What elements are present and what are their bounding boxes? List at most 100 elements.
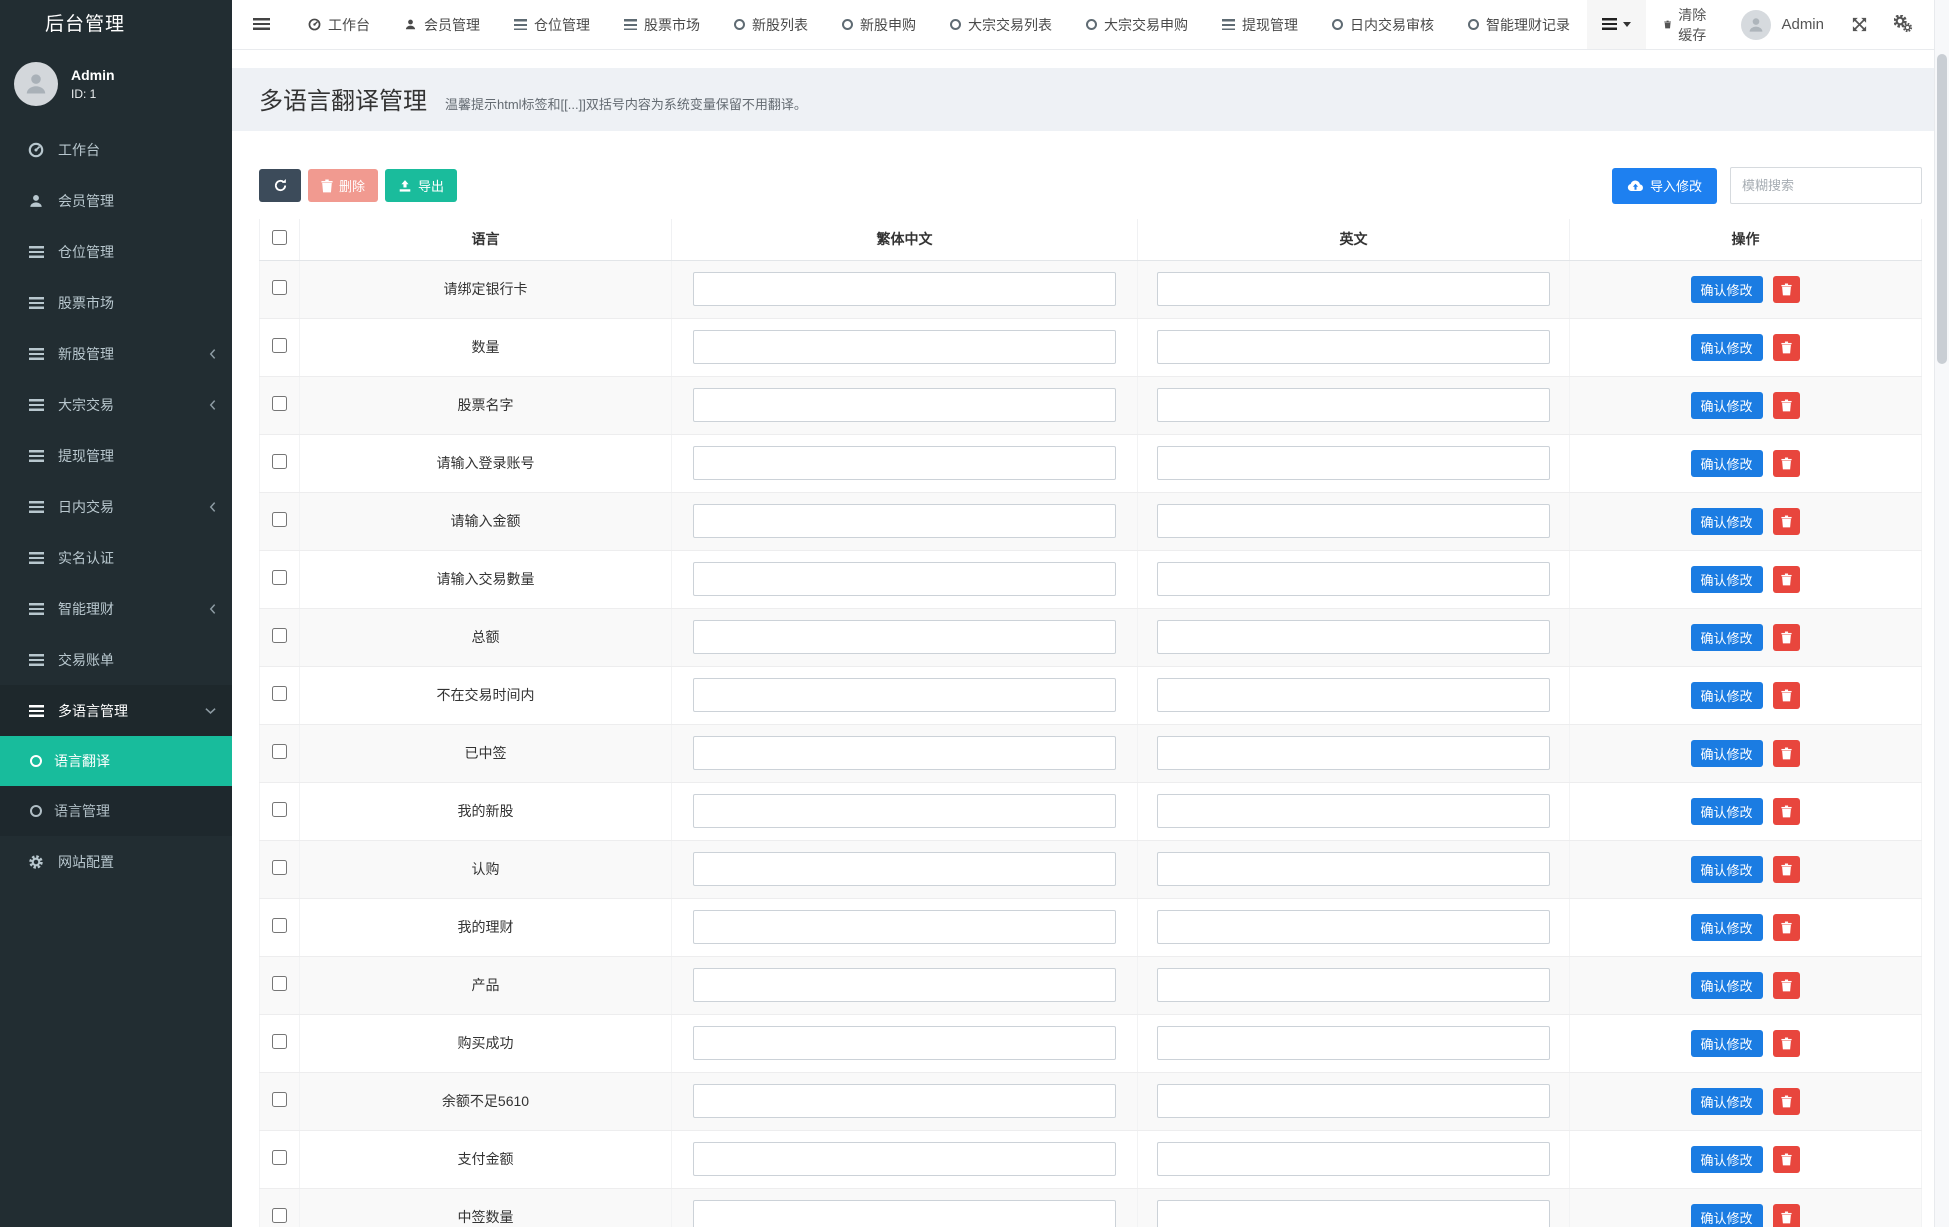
row-delete-button[interactable] bbox=[1773, 682, 1800, 709]
sidebar-item-新股管理[interactable]: 新股管理 bbox=[0, 328, 232, 379]
row-delete-button[interactable] bbox=[1773, 972, 1800, 999]
nav-tab-提现管理[interactable]: 提现管理 bbox=[1205, 0, 1315, 49]
confirm-edit-button[interactable]: 确认修改 bbox=[1691, 1146, 1763, 1173]
en-translation-input[interactable] bbox=[1157, 562, 1549, 596]
zh-translation-input[interactable] bbox=[693, 272, 1116, 306]
en-translation-input[interactable] bbox=[1157, 968, 1549, 1002]
confirm-edit-button[interactable]: 确认修改 bbox=[1691, 856, 1763, 883]
confirm-edit-button[interactable]: 确认修改 bbox=[1691, 392, 1763, 419]
tabs-overflow-dropdown[interactable] bbox=[1587, 0, 1646, 49]
row-delete-button[interactable] bbox=[1773, 798, 1800, 825]
zh-translation-input[interactable] bbox=[693, 736, 1116, 770]
row-delete-button[interactable] bbox=[1773, 508, 1800, 535]
confirm-edit-button[interactable]: 确认修改 bbox=[1691, 682, 1763, 709]
row-checkbox[interactable] bbox=[272, 744, 287, 759]
row-checkbox[interactable] bbox=[272, 686, 287, 701]
sidebar-subitem-语言管理[interactable]: 语言管理 bbox=[0, 786, 232, 836]
scrollbar-thumb[interactable] bbox=[1937, 54, 1947, 364]
en-translation-input[interactable] bbox=[1157, 1026, 1549, 1060]
zh-translation-input[interactable] bbox=[693, 330, 1116, 364]
row-delete-button[interactable] bbox=[1773, 334, 1800, 361]
zh-translation-input[interactable] bbox=[693, 446, 1116, 480]
zh-translation-input[interactable] bbox=[693, 968, 1116, 1002]
confirm-edit-button[interactable]: 确认修改 bbox=[1691, 1204, 1763, 1227]
refresh-button[interactable] bbox=[259, 169, 301, 202]
confirm-edit-button[interactable]: 确认修改 bbox=[1691, 450, 1763, 477]
zh-translation-input[interactable] bbox=[693, 1084, 1116, 1118]
row-checkbox[interactable] bbox=[272, 1150, 287, 1165]
sidebar-item-大宗交易[interactable]: 大宗交易 bbox=[0, 379, 232, 430]
row-delete-button[interactable] bbox=[1773, 856, 1800, 883]
sidebar-item-智能理财[interactable]: 智能理财 bbox=[0, 583, 232, 634]
row-checkbox[interactable] bbox=[272, 280, 287, 295]
row-delete-button[interactable] bbox=[1773, 392, 1800, 419]
en-translation-input[interactable] bbox=[1157, 620, 1549, 654]
en-translation-input[interactable] bbox=[1157, 852, 1549, 886]
sidebar-item-实名认证[interactable]: 实名认证 bbox=[0, 532, 232, 583]
vertical-scrollbar[interactable] bbox=[1934, 0, 1949, 1227]
row-delete-button[interactable] bbox=[1773, 276, 1800, 303]
confirm-edit-button[interactable]: 确认修改 bbox=[1691, 508, 1763, 535]
nav-tab-大宗交易申购[interactable]: 大宗交易申购 bbox=[1069, 0, 1205, 49]
en-translation-input[interactable] bbox=[1157, 678, 1549, 712]
nav-tab-日内交易审核[interactable]: 日内交易审核 bbox=[1315, 0, 1451, 49]
sidebar-item-交易账单[interactable]: 交易账单 bbox=[0, 634, 232, 685]
sidebar-item-股票市场[interactable]: 股票市场 bbox=[0, 277, 232, 328]
search-input[interactable] bbox=[1730, 167, 1922, 204]
row-checkbox[interactable] bbox=[272, 396, 287, 411]
confirm-edit-button[interactable]: 确认修改 bbox=[1691, 1088, 1763, 1115]
import-button[interactable]: 导入修改 bbox=[1612, 168, 1717, 204]
row-delete-button[interactable] bbox=[1773, 1204, 1800, 1227]
en-translation-input[interactable] bbox=[1157, 504, 1549, 538]
confirm-edit-button[interactable]: 确认修改 bbox=[1691, 914, 1763, 941]
nav-tab-智能理财记录[interactable]: 智能理财记录 bbox=[1451, 0, 1587, 49]
row-checkbox[interactable] bbox=[272, 628, 287, 643]
en-translation-input[interactable] bbox=[1157, 446, 1549, 480]
sidebar-item-网站配置[interactable]: 网站配置 bbox=[0, 836, 232, 887]
row-delete-button[interactable] bbox=[1773, 914, 1800, 941]
nav-tab-会员管理[interactable]: 会员管理 bbox=[387, 0, 497, 49]
zh-translation-input[interactable] bbox=[693, 1142, 1116, 1176]
confirm-edit-button[interactable]: 确认修改 bbox=[1691, 798, 1763, 825]
export-button[interactable]: 导出 bbox=[385, 169, 457, 202]
nav-tab-股票市场[interactable]: 股票市场 bbox=[607, 0, 717, 49]
zh-translation-input[interactable] bbox=[693, 504, 1116, 538]
row-checkbox[interactable] bbox=[272, 918, 287, 933]
row-checkbox[interactable] bbox=[272, 454, 287, 469]
row-checkbox[interactable] bbox=[272, 1034, 287, 1049]
confirm-edit-button[interactable]: 确认修改 bbox=[1691, 566, 1763, 593]
row-delete-button[interactable] bbox=[1773, 566, 1800, 593]
zh-translation-input[interactable] bbox=[693, 620, 1116, 654]
bulk-delete-button[interactable]: 删除 bbox=[308, 169, 378, 202]
clear-cache-button[interactable]: 清除缓存 bbox=[1646, 0, 1727, 49]
sidebar-toggle-button[interactable] bbox=[232, 0, 291, 49]
row-delete-button[interactable] bbox=[1773, 450, 1800, 477]
zh-translation-input[interactable] bbox=[693, 678, 1116, 712]
zh-translation-input[interactable] bbox=[693, 794, 1116, 828]
nav-tab-新股列表[interactable]: 新股列表 bbox=[717, 0, 825, 49]
row-checkbox[interactable] bbox=[272, 570, 287, 585]
en-translation-input[interactable] bbox=[1157, 330, 1549, 364]
nav-tab-工作台[interactable]: 工作台 bbox=[291, 0, 387, 49]
sidebar-item-会员管理[interactable]: 会员管理 bbox=[0, 175, 232, 226]
row-checkbox[interactable] bbox=[272, 338, 287, 353]
en-translation-input[interactable] bbox=[1157, 388, 1549, 422]
row-delete-button[interactable] bbox=[1773, 1146, 1800, 1173]
row-checkbox[interactable] bbox=[272, 976, 287, 991]
confirm-edit-button[interactable]: 确认修改 bbox=[1691, 972, 1763, 999]
zh-translation-input[interactable] bbox=[693, 852, 1116, 886]
sidebar-subitem-语言翻译[interactable]: 语言翻译 bbox=[0, 736, 232, 786]
zh-translation-input[interactable] bbox=[693, 562, 1116, 596]
nav-tab-大宗交易列表[interactable]: 大宗交易列表 bbox=[933, 0, 1069, 49]
fullscreen-button[interactable] bbox=[1838, 0, 1881, 49]
nav-tab-仓位管理[interactable]: 仓位管理 bbox=[497, 0, 607, 49]
row-checkbox[interactable] bbox=[272, 802, 287, 817]
en-translation-input[interactable] bbox=[1157, 272, 1549, 306]
en-translation-input[interactable] bbox=[1157, 736, 1549, 770]
zh-translation-input[interactable] bbox=[693, 388, 1116, 422]
row-checkbox[interactable] bbox=[272, 860, 287, 875]
en-translation-input[interactable] bbox=[1157, 1084, 1549, 1118]
confirm-edit-button[interactable]: 确认修改 bbox=[1691, 334, 1763, 361]
row-delete-button[interactable] bbox=[1773, 740, 1800, 767]
row-delete-button[interactable] bbox=[1773, 1088, 1800, 1115]
